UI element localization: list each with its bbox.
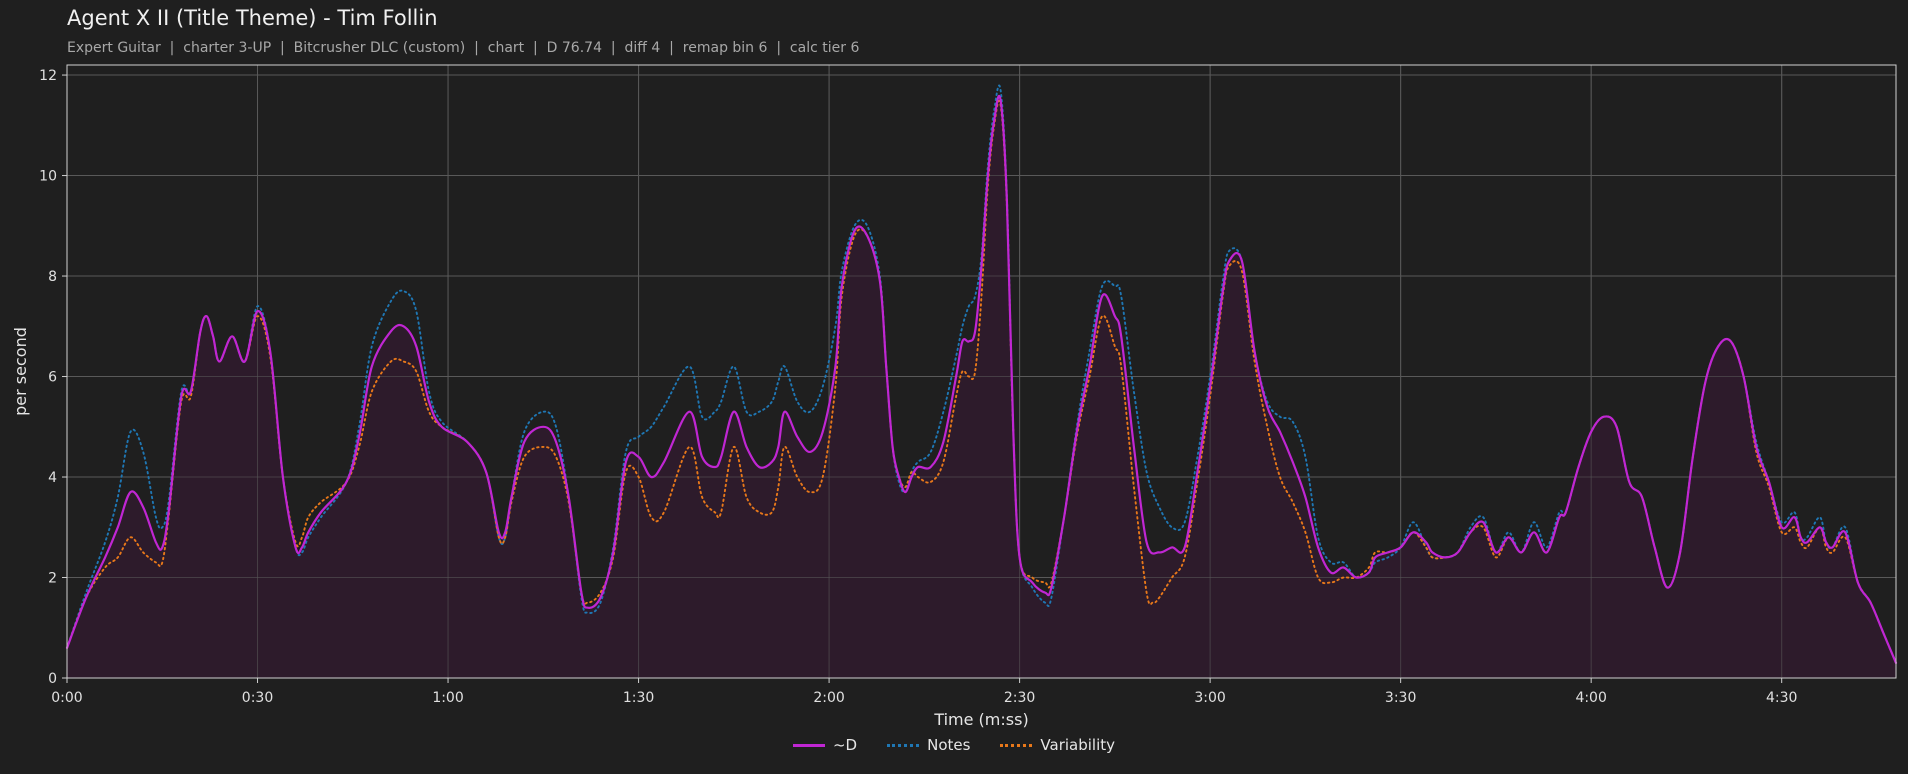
x-tick-label: 1:30 xyxy=(623,690,654,706)
y-tick-label: 12 xyxy=(39,68,57,84)
x-tick-label: 2:00 xyxy=(813,690,844,706)
x-axis-label: Time (m:ss) xyxy=(933,710,1028,729)
x-tick-label: 4:30 xyxy=(1766,690,1797,706)
legend-swatch xyxy=(792,743,825,747)
legend-item: Variability xyxy=(1000,736,1115,754)
x-tick-label: 2:30 xyxy=(1004,690,1035,706)
legend-label: ~D xyxy=(832,736,858,754)
legend-label: Variability xyxy=(1040,736,1116,754)
legend-swatch xyxy=(1000,743,1033,747)
legend-item: ~D xyxy=(792,736,858,754)
y-tick-label: 8 xyxy=(48,269,57,285)
y-tick-label: 2 xyxy=(48,571,57,587)
x-tick-label: 3:00 xyxy=(1194,690,1225,706)
x-tick-label: 0:30 xyxy=(242,690,273,706)
legend-item: Notes xyxy=(887,736,970,754)
x-tick-label: 3:30 xyxy=(1385,690,1416,706)
line-chart: 0:00 0:30 1:00 1:30 2:00 2:30 3:00 3:30 4:00 4:30… xyxy=(11,64,1898,729)
y-tick-label: 4 xyxy=(48,470,57,486)
y-tick-label: 0 xyxy=(48,671,57,687)
legend-label: Notes xyxy=(927,736,971,754)
y-tick-label: 6 xyxy=(48,370,57,386)
y-axis-label: per second xyxy=(11,327,30,416)
y-tick-label: 10 xyxy=(39,169,57,185)
x-tick-label: 4:00 xyxy=(1575,690,1606,706)
x-tick-label: 1:00 xyxy=(432,690,463,706)
legend-swatch xyxy=(887,743,920,747)
legend: ~D Notes Variability xyxy=(0,736,1908,754)
x-tick-label: 0:00 xyxy=(51,690,82,706)
